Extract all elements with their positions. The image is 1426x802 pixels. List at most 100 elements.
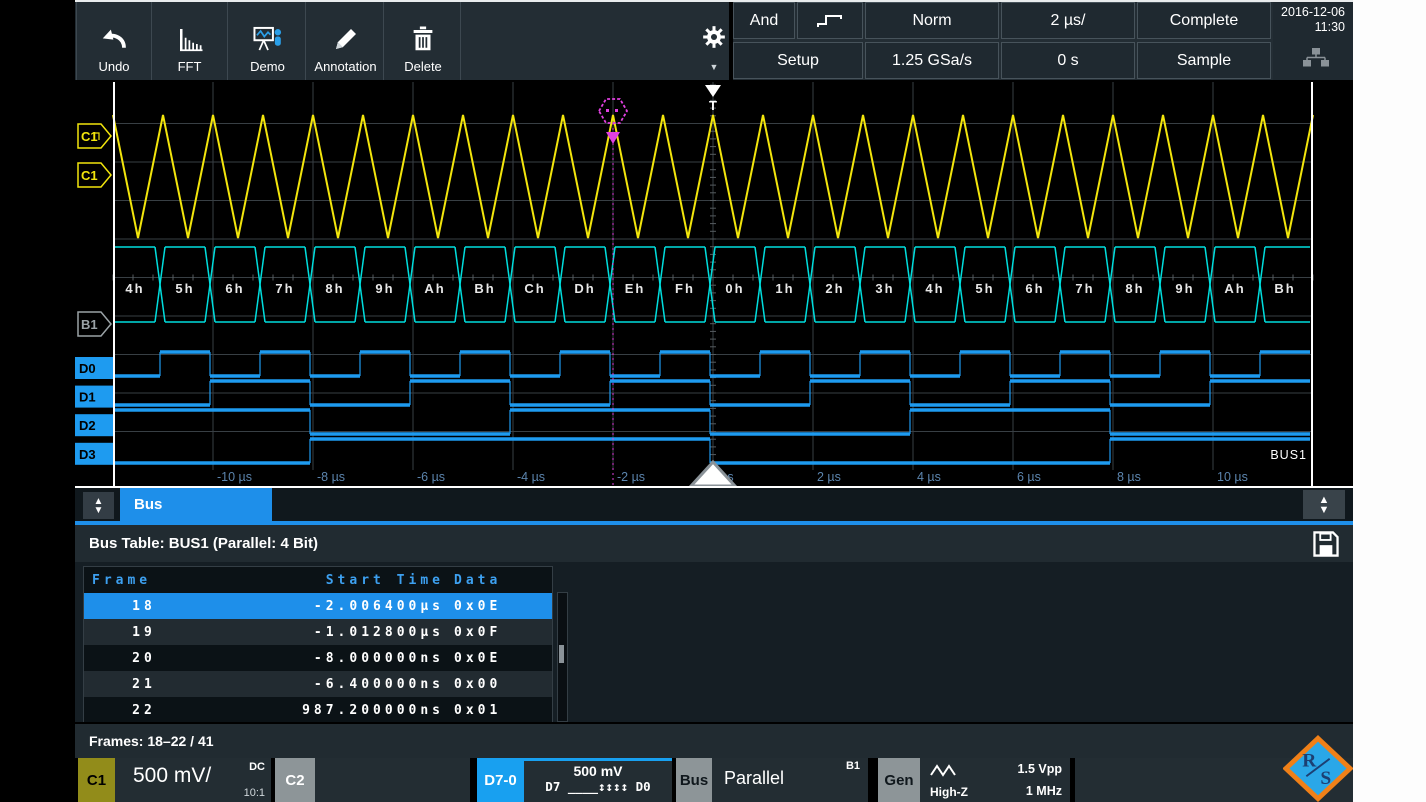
bus-table-row[interactable]: 18-2.006400µs0x0E xyxy=(84,593,552,619)
panel-resize-toggle[interactable]: ▲▼ xyxy=(1303,490,1345,519)
bus-hex-label: Ah xyxy=(1224,281,1245,296)
bus-hex-label: 2h xyxy=(825,281,844,296)
trigger-arrow-icon xyxy=(705,85,721,97)
channel-tag-c1[interactable]: C1 xyxy=(78,163,111,187)
time-axis-label: 10 µs xyxy=(1217,470,1248,484)
digital-badge-D3[interactable]: D3 xyxy=(75,443,113,465)
trigger-mode-button[interactable]: Norm xyxy=(865,2,999,39)
trigger-setup-label: Setup xyxy=(777,52,819,70)
tab-bus[interactable]: Bus xyxy=(120,488,272,521)
down-arrow-icon: ▼ xyxy=(94,506,104,515)
acquisition-state-button[interactable]: Complete xyxy=(1137,2,1271,39)
channel-tag-label: C1 xyxy=(81,129,98,144)
bus-hex-label: 6h xyxy=(225,281,244,296)
c1-probe-label: 10:1 xyxy=(244,787,265,799)
table-scrollbar[interactable] xyxy=(557,592,568,722)
gear-icon xyxy=(701,24,727,50)
gen-badge-label: Gen xyxy=(884,772,913,789)
digital-d70-badge[interactable]: D7-0 xyxy=(477,758,524,802)
channel-c1-settings[interactable]: 500 mV/ DC 10:1 xyxy=(115,758,271,802)
time-axis-label: -8 µs xyxy=(317,470,345,484)
result-tab-bar: ▲▼ Bus ▲▼ xyxy=(75,488,1353,525)
generator-badge[interactable]: Gen xyxy=(878,758,920,802)
bus-hex-label: 5h xyxy=(975,281,994,296)
column-header-frame: Frame xyxy=(84,573,204,588)
start-time-cell: -8.000000ns xyxy=(204,651,444,666)
digital-waveform-D0 xyxy=(113,352,1310,376)
channel-c2-settings[interactable] xyxy=(315,758,470,802)
channel-c1-badge[interactable]: C1 xyxy=(78,758,115,802)
tab-collapse-toggle[interactable]: ▲▼ xyxy=(83,492,114,519)
annotation-label: Annotation xyxy=(314,59,376,74)
trigger-slope-button[interactable] xyxy=(797,2,863,39)
bus-hex-label: Bh xyxy=(1274,281,1295,296)
sample-rate-button[interactable]: 1.25 GSa/s xyxy=(865,42,999,79)
channel-tag-c1-trigger[interactable]: C1 xyxy=(78,124,111,148)
channel-tag-b1[interactable]: B1 xyxy=(78,312,111,336)
graticule xyxy=(113,82,1313,470)
channel-c2-badge[interactable]: C2 xyxy=(275,758,315,802)
bus-table-row[interactable]: 20-8.000000ns0x0E xyxy=(84,645,552,671)
svg-text:R: R xyxy=(1302,751,1317,772)
annotation-button[interactable]: Annotation xyxy=(308,2,384,80)
delete-icon xyxy=(408,19,438,59)
generator-settings[interactable]: High-Z 1.5 Vpp 1 MHz xyxy=(920,758,1070,802)
marker-dot xyxy=(606,109,609,112)
save-button[interactable] xyxy=(1311,529,1343,559)
bus-badge[interactable]: Bus xyxy=(676,758,712,802)
timebase-button[interactable]: 2 µs/ xyxy=(1001,2,1135,39)
bus-badge-label: Bus xyxy=(680,772,708,789)
table-scrollbar-thumb[interactable] xyxy=(559,645,564,663)
data-cell: 0x0E xyxy=(444,599,548,614)
delete-button[interactable]: Delete xyxy=(386,2,461,80)
data-cell: 0x0F xyxy=(444,625,548,640)
frame-cell: 21 xyxy=(84,677,204,692)
digital-waveform-D2 xyxy=(113,410,1310,434)
digital-waveform-D3 xyxy=(113,439,1310,463)
toolbar-expand-caret[interactable]: ▼ xyxy=(704,62,724,72)
bus-hex-label: 8h xyxy=(325,281,344,296)
fft-button[interactable]: FFT xyxy=(152,2,228,80)
bus-table-row[interactable]: 21-6.400000ns0x00 xyxy=(84,671,552,697)
bus-hex-label: 9h xyxy=(1175,281,1194,296)
triangle-wave-icon xyxy=(930,764,958,782)
undo-icon xyxy=(99,19,129,59)
digital-badge-label: D0 xyxy=(79,361,96,376)
bus-hex-label: Eh xyxy=(625,281,646,296)
trigger-setup-button[interactable]: Setup xyxy=(733,42,863,79)
bus-table-row[interactable]: 22987.200000ns0x01 xyxy=(84,697,552,723)
bus-settings[interactable]: Parallel B1 xyxy=(712,758,868,802)
horizontal-position-button[interactable]: 0 s xyxy=(1001,42,1135,79)
bus-mode-value: Parallel xyxy=(724,768,784,789)
digital-badge-D1[interactable]: D1 xyxy=(75,386,113,408)
undo-button[interactable]: Undo xyxy=(76,2,152,80)
bus-hex-label: 6h xyxy=(1025,281,1044,296)
channel-bar: C1 500 mV/ DC 10:1 C2 D7-0 500 mV D7 ___… xyxy=(75,758,1353,802)
digital-badge-D2[interactable]: D2 xyxy=(75,414,113,436)
time-axis-label: -6 µs xyxy=(417,470,445,484)
trigger-time-marker[interactable]: T xyxy=(705,85,721,113)
datetime-display[interactable]: 2016-12-06 11:30 xyxy=(1273,2,1353,80)
frame-cell: 20 xyxy=(84,651,204,666)
bus-hex-label: 7h xyxy=(275,281,294,296)
start-time-cell: -6.400000ns xyxy=(204,677,444,692)
date-label: 2016-12-06 xyxy=(1273,5,1345,20)
demo-button[interactable]: Demo xyxy=(230,2,306,80)
bus-hex-label: 0h xyxy=(725,281,744,296)
bus-waveform: 4h5h6h7h8h9hAhBhChDhEhFh0h1h2h3h4h5h6h7h… xyxy=(113,247,1310,322)
network-icon xyxy=(1303,48,1329,71)
trigger-logic-button[interactable]: And xyxy=(733,2,795,39)
trigger-mode-label: Norm xyxy=(912,12,951,30)
bus-table-row[interactable]: 19-1.012800µs0x0F xyxy=(84,619,552,645)
digital-d70-settings[interactable]: 500 mV D7 ____↕↕↕↕ D0 xyxy=(524,758,672,802)
rising-edge-icon xyxy=(815,12,845,30)
time-axis-label: -10 µs xyxy=(217,470,252,484)
digital-badge-D0[interactable]: D0 xyxy=(75,357,113,379)
acquisition-mode-button[interactable]: Sample xyxy=(1137,42,1271,79)
frames-count-label: Frames: 18–22 / 41 xyxy=(89,733,214,749)
waveform-display[interactable]: 4h5h6h7h8h9hAhBhChDhEhFh0h1h2h3h4h5h6h7h… xyxy=(75,80,1353,488)
frames-status-bar: Frames: 18–22 / 41 xyxy=(75,722,1353,758)
bus-hex-label: 1h xyxy=(775,281,794,296)
time-axis-label: 2 µs xyxy=(817,470,841,484)
timebase-label: 2 µs/ xyxy=(1050,12,1085,30)
